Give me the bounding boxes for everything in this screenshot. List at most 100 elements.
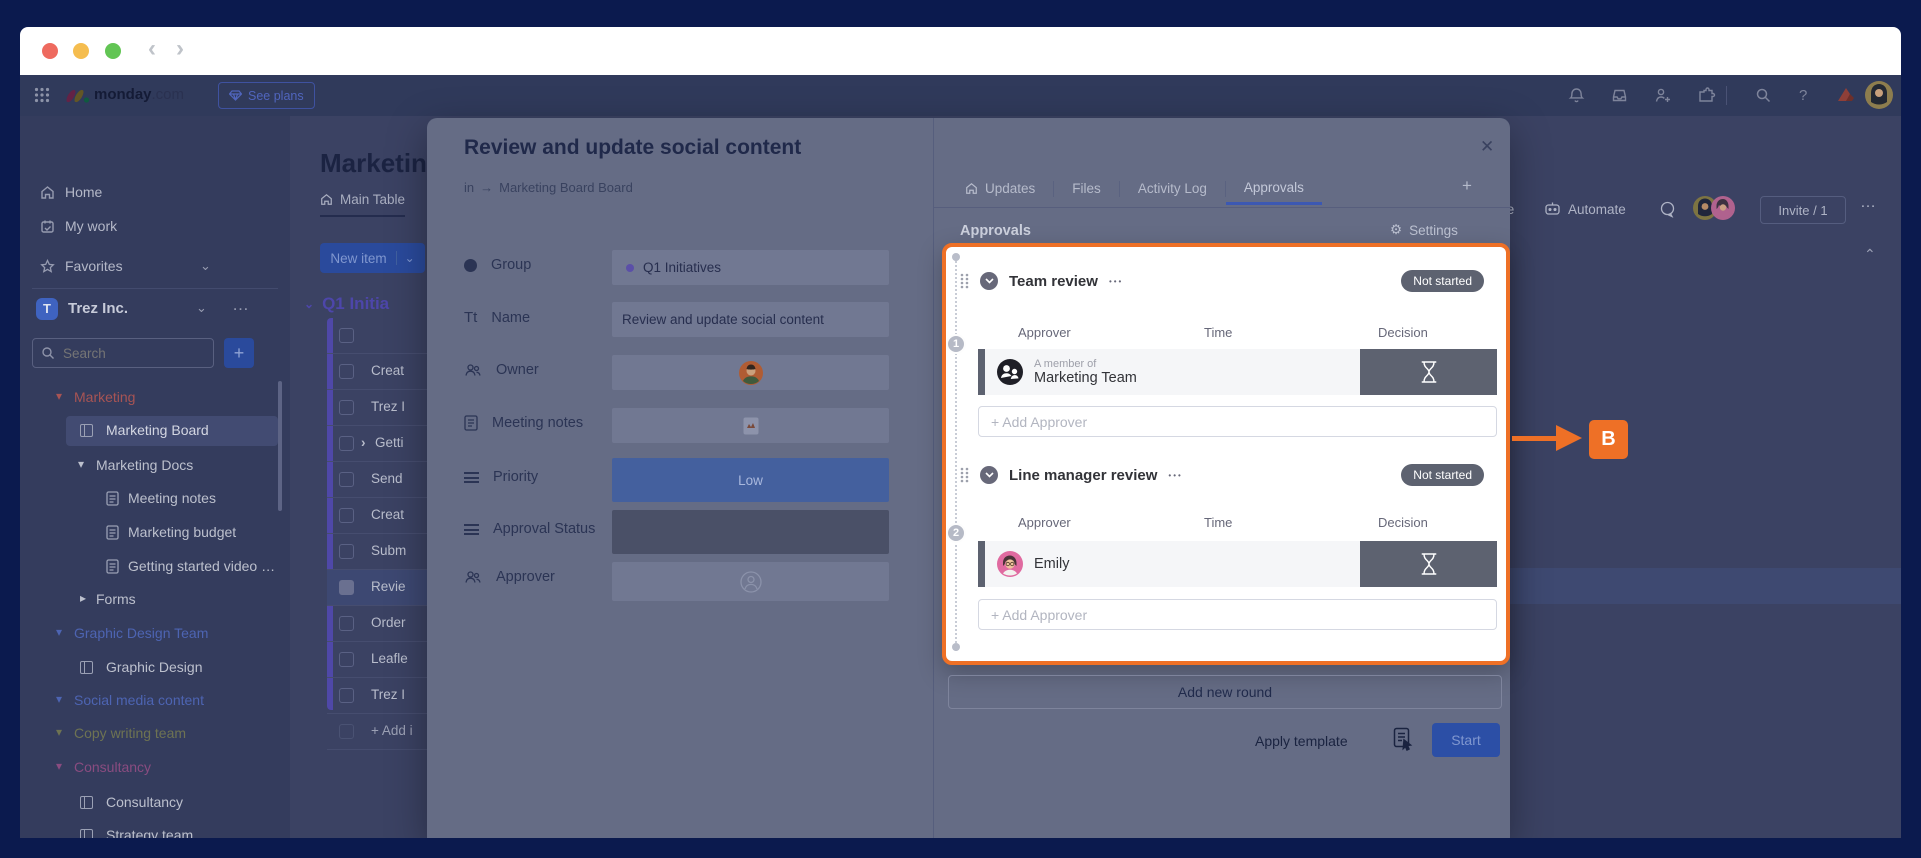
table-row[interactable]: Send	[327, 462, 428, 498]
apply-template-icon[interactable]	[1393, 727, 1413, 751]
add-tab-icon[interactable]: +	[1462, 176, 1472, 196]
field-value-group[interactable]: Q1 Initiatives	[612, 250, 889, 285]
tab-updates[interactable]: Updates	[947, 174, 1053, 204]
minimize-window-button[interactable]	[73, 43, 89, 59]
chevron-down-icon[interactable]: ⌄	[304, 297, 314, 311]
sidebar-item-my-work[interactable]: My work	[30, 212, 280, 240]
table-row[interactable]: Creat	[327, 354, 428, 390]
drag-handle-icon[interactable]	[960, 273, 969, 289]
search-input[interactable]	[32, 338, 214, 368]
sidebar-item-consultancy-workspace[interactable]: ▾ Consultancy	[20, 754, 290, 782]
apps-marketplace-icon[interactable]	[1698, 87, 1716, 104]
decision-pending-cell[interactable]	[1360, 349, 1497, 395]
field-value-approval-status[interactable]	[612, 510, 889, 554]
decision-pending-cell[interactable]	[1360, 541, 1497, 587]
item-title[interactable]: Review and update social content	[464, 136, 801, 160]
breadcrumb[interactable]: in → Marketing Board Board	[464, 180, 633, 195]
tab-activity-log[interactable]: Activity Log	[1120, 174, 1225, 204]
close-window-button[interactable]	[42, 43, 58, 59]
collapse-icon[interactable]: ▾	[56, 692, 62, 706]
table-row[interactable]: Trez I	[327, 678, 428, 714]
start-button[interactable]: Start	[1432, 723, 1500, 757]
tab-files[interactable]: Files	[1054, 174, 1119, 204]
workspace-menu-icon[interactable]: …	[232, 295, 250, 315]
collapse-round-icon[interactable]	[980, 272, 998, 290]
approver-row-emily[interactable]: Emily	[978, 541, 1497, 587]
monday-logo-icon[interactable]	[64, 87, 90, 104]
table-row[interactable]: Creat	[327, 498, 428, 534]
collapse-icon[interactable]: ▾	[78, 457, 84, 471]
inbox-icon[interactable]	[1611, 87, 1628, 104]
collapse-icon[interactable]: ▾	[56, 389, 62, 403]
user-avatar[interactable]	[1865, 81, 1893, 109]
sidebar-item-forms[interactable]: ▸ Forms	[20, 586, 290, 614]
collapse-header-icon[interactable]: ⌃	[1864, 246, 1876, 263]
sidebar-item-marketing-board[interactable]: Marketing Board	[20, 417, 290, 445]
sidebar-item-favorites[interactable]: Favorites ⌄	[30, 252, 280, 280]
see-plans-button[interactable]: See plans	[218, 82, 315, 109]
add-approver-input[interactable]: + Add Approver	[978, 599, 1497, 630]
notifications-bell-icon[interactable]	[1568, 87, 1585, 104]
automate-button[interactable]: Automate	[1568, 202, 1626, 217]
field-value-meeting-notes[interactable]	[612, 408, 889, 443]
round-menu-icon[interactable]: •••	[1109, 277, 1123, 286]
table-row[interactable]: ›Getti	[327, 426, 428, 462]
expand-icon[interactable]: ›	[361, 435, 366, 450]
sidebar-item-marketing-docs[interactable]: ▾ Marketing Docs	[20, 452, 290, 480]
add-new-round-button[interactable]: Add new round	[948, 675, 1502, 709]
maximize-window-button[interactable]	[105, 43, 121, 59]
expand-icon[interactable]: ▸	[80, 591, 86, 605]
sidebar-item-copy-writing-team[interactable]: ▾ Copy writing team	[20, 720, 290, 748]
field-value-priority[interactable]: Low	[612, 458, 889, 502]
sidebar-item-consultancy-board[interactable]: Consultancy	[20, 789, 290, 817]
sidebar-item-marketing-workspace[interactable]: ▾ Marketing	[20, 384, 290, 412]
search-icon[interactable]	[1755, 87, 1772, 104]
sidebar-item-getting-started-video[interactable]: Getting started video …	[20, 553, 290, 581]
new-item-button[interactable]: New item ⌄	[320, 243, 425, 273]
collapse-icon[interactable]: ▾	[56, 759, 62, 773]
approvals-settings-button[interactable]: ⚙ Settings	[1390, 222, 1458, 238]
sidebar-scrollbar[interactable]	[278, 381, 282, 511]
sidebar-item-marketing-budget[interactable]: Marketing budget	[20, 519, 290, 547]
invite-button[interactable]: Invite / 1	[1760, 196, 1846, 224]
chevron-down-icon[interactable]: ⌄	[396, 251, 415, 265]
sidebar-item-graphic-design[interactable]: Graphic Design	[20, 654, 290, 682]
table-row[interactable]: Order	[327, 606, 428, 642]
collapse-round-icon[interactable]	[980, 466, 998, 484]
forward-icon[interactable]: ›	[176, 35, 184, 63]
add-approver-input[interactable]: + Add Approver	[978, 406, 1497, 437]
sidebar-item-meeting-notes[interactable]: Meeting notes	[20, 485, 290, 513]
field-value-name[interactable]: Review and update social content	[612, 302, 889, 337]
table-row[interactable]	[327, 318, 428, 354]
sidebar-item-strategy-team[interactable]: Strategy team	[20, 822, 290, 838]
back-icon[interactable]: ‹	[148, 35, 156, 63]
sidebar-item-graphic-design-team[interactable]: ▾ Graphic Design Team	[20, 620, 290, 648]
tab-main-table[interactable]: Main Table	[320, 192, 405, 217]
table-row[interactable]: Leafle	[327, 642, 428, 678]
chat-icon[interactable]	[1658, 200, 1677, 218]
collapse-icon[interactable]: ▾	[56, 625, 62, 639]
close-icon[interactable]: ✕	[1480, 137, 1494, 157]
sidebar-item-social-media-content[interactable]: ▾ Social media content	[20, 687, 290, 715]
approver-row-marketing-team[interactable]: A member of Marketing Team	[978, 349, 1497, 395]
board-menu-icon[interactable]: …	[1860, 194, 1877, 212]
apply-template-button[interactable]: Apply template	[1255, 733, 1348, 749]
table-row[interactable]: Trez I	[327, 390, 428, 426]
sidebar-item-home[interactable]: Home	[30, 178, 280, 206]
board-member-avatar[interactable]	[1711, 196, 1735, 220]
field-value-owner[interactable]	[612, 355, 889, 390]
add-item-row[interactable]: + Add i	[327, 714, 428, 750]
collapse-icon[interactable]: ▾	[56, 725, 62, 739]
product-switcher-icon[interactable]	[1835, 85, 1857, 105]
group-title[interactable]: ⌄ Q1 Initia	[304, 294, 428, 314]
help-icon[interactable]: ?	[1799, 87, 1807, 104]
workspace-selector[interactable]: T Trez Inc. ⌄ …	[36, 298, 276, 324]
field-value-approver[interactable]	[612, 562, 889, 601]
apps-grid-icon[interactable]	[34, 87, 50, 103]
table-row[interactable]: Subm	[327, 534, 428, 570]
drag-handle-icon[interactable]	[960, 467, 969, 483]
invite-members-icon[interactable]	[1654, 87, 1672, 104]
table-row-selected[interactable]: Revie	[327, 570, 428, 606]
round-menu-icon[interactable]: •••	[1168, 471, 1182, 480]
add-board-button[interactable]: +	[224, 338, 254, 368]
